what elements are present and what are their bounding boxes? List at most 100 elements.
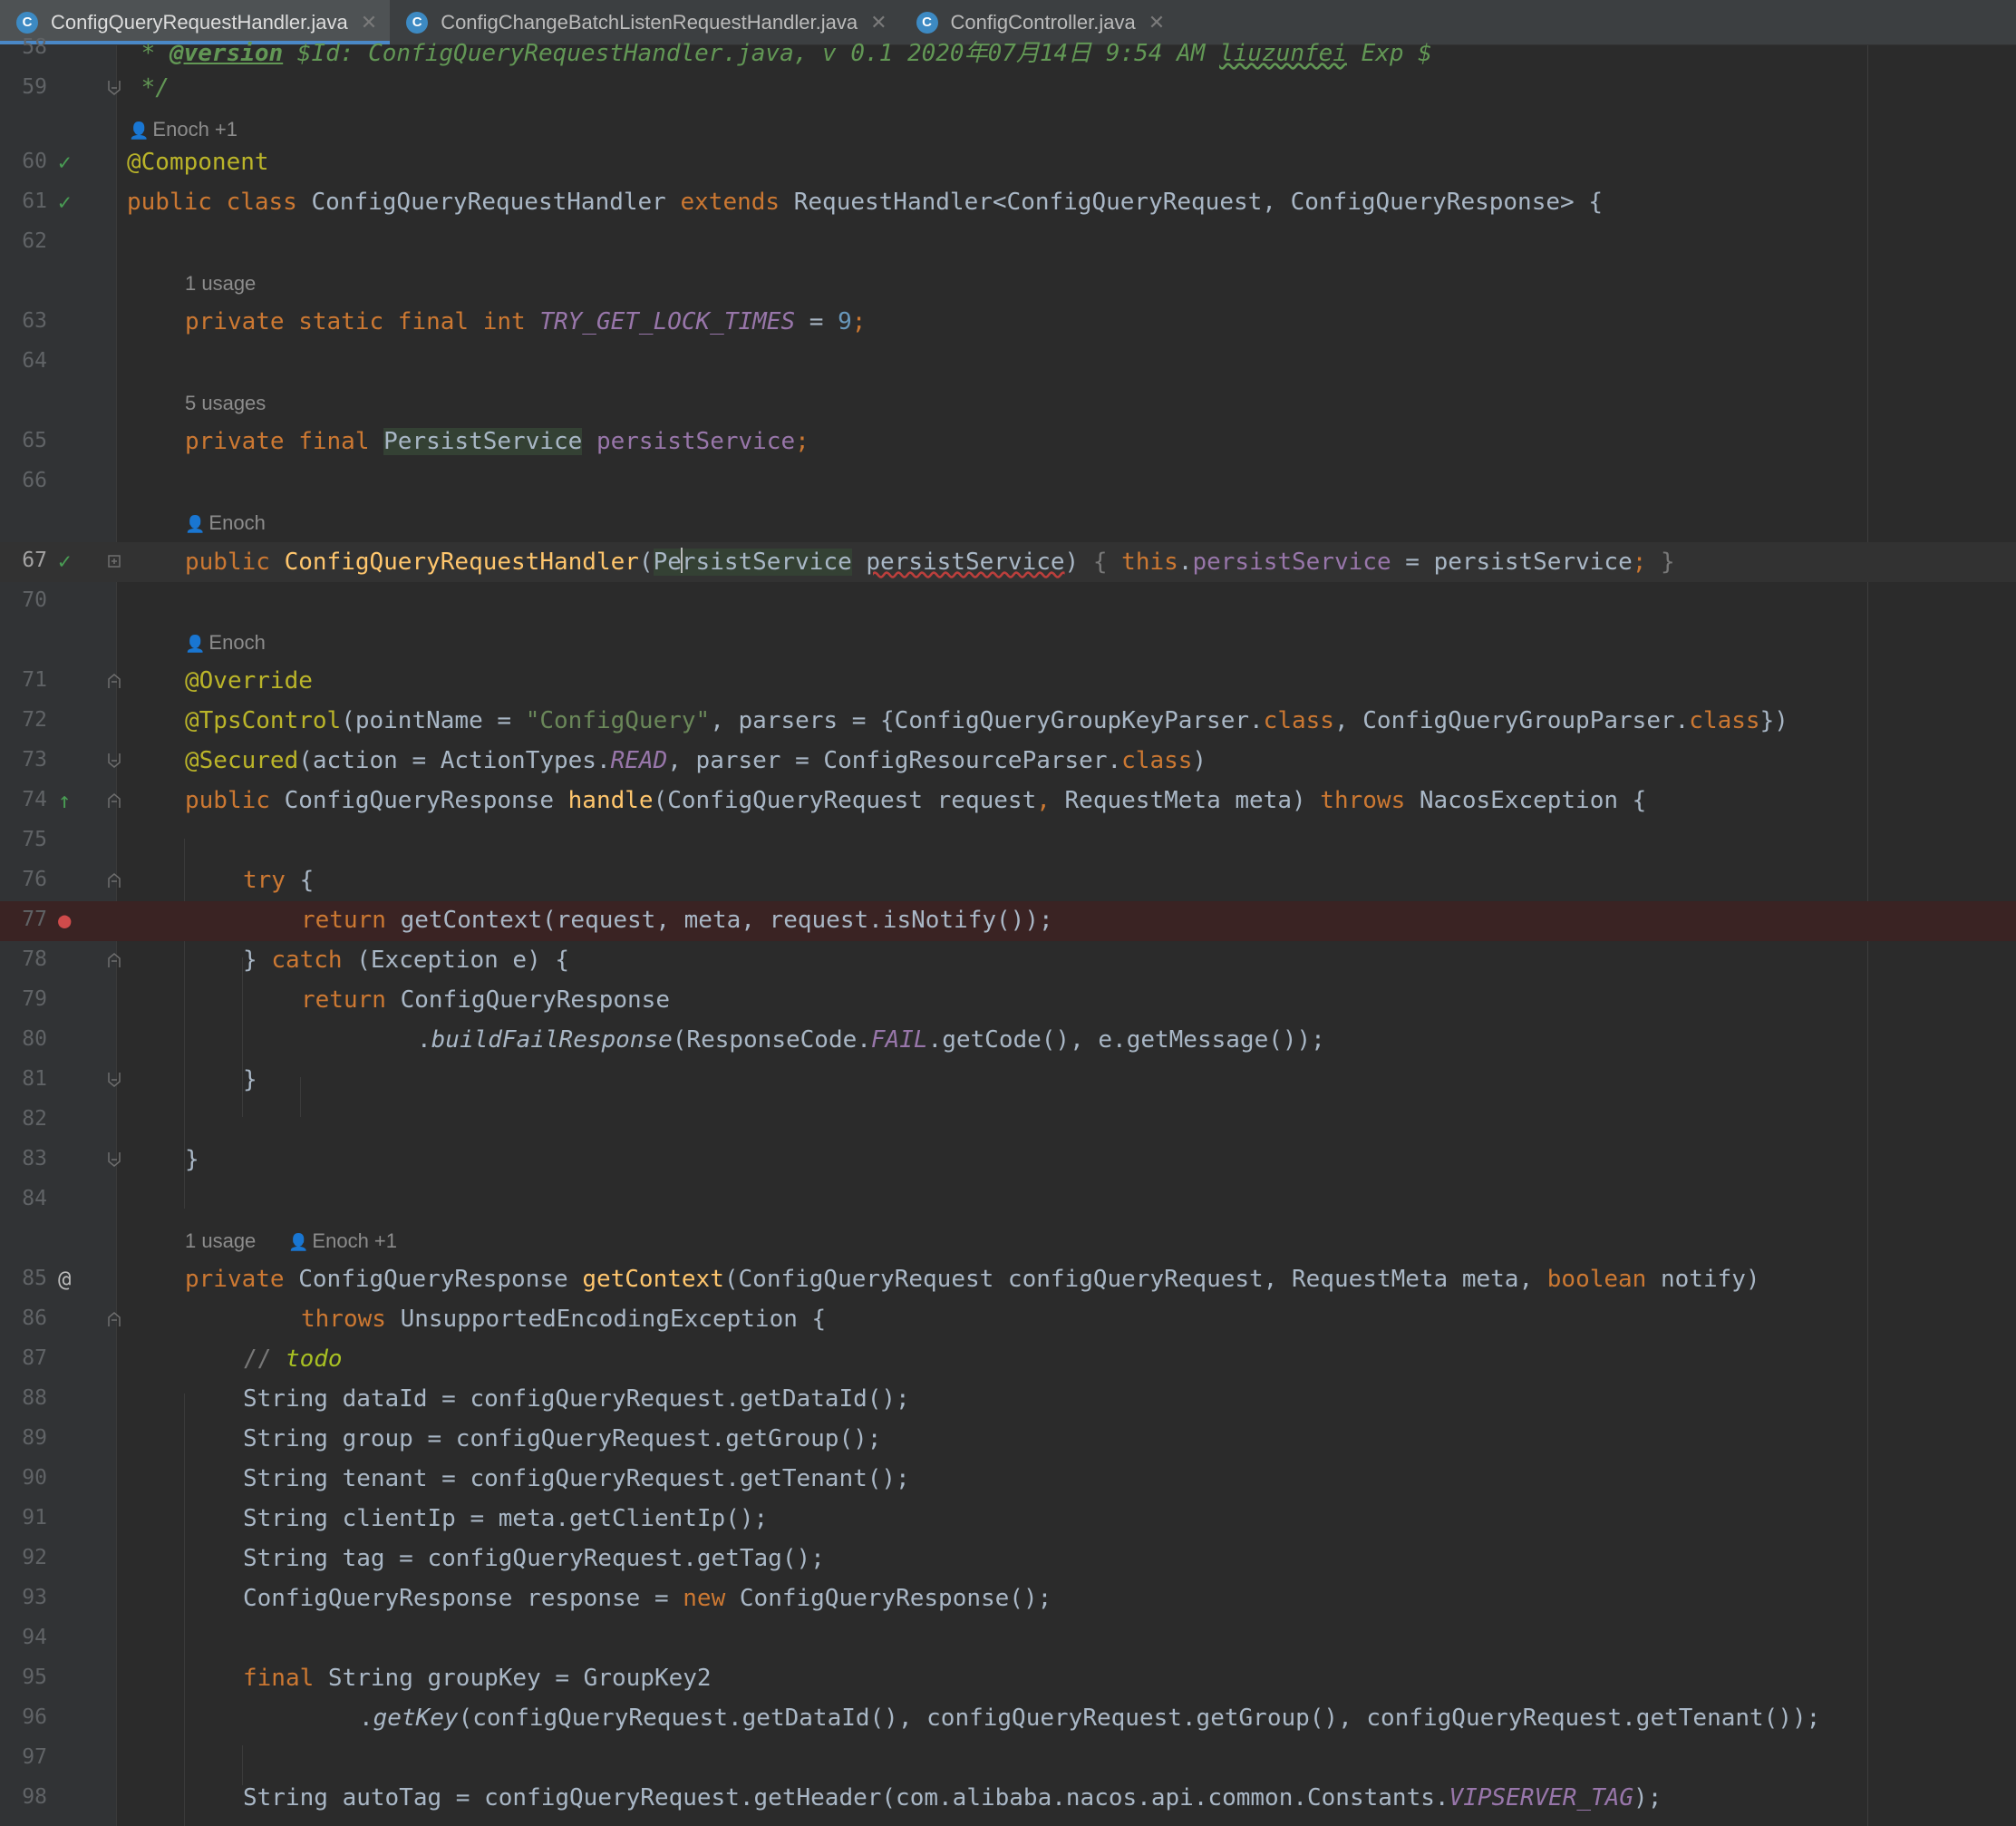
- code-line[interactable]: 75: [0, 821, 2016, 861]
- usage-hint[interactable]: 1 usage: [185, 272, 256, 296]
- implements-override-icon[interactable]: ↑: [58, 788, 71, 813]
- code-line[interactable]: 84: [0, 1180, 2016, 1220]
- fold-end-icon[interactable]: [108, 80, 121, 96]
- fold-start-icon[interactable]: [108, 792, 121, 809]
- code-line-breakpoint[interactable]: 77 ● return getContext(request, meta, re…: [0, 901, 2016, 941]
- code-text: String tenant = configQueryRequest.getTe…: [243, 1465, 910, 1492]
- code-editor[interactable]: 58 * @version $Id: ConfigQueryRequestHan…: [0, 35, 2016, 1826]
- code-text: public ConfigQueryRequestHandler(Persist…: [185, 548, 1675, 576]
- fold-end-icon[interactable]: [108, 753, 121, 769]
- line-number: 74: [22, 788, 47, 811]
- code-line[interactable]: 73 @Secured(action = ActionTypes.READ, p…: [0, 742, 2016, 782]
- code-line[interactable]: 89 String group = configQueryRequest.get…: [0, 1420, 2016, 1460]
- author-hint[interactable]: 👤 Enoch: [185, 631, 266, 655]
- line-number: 60: [22, 150, 47, 173]
- code-line[interactable]: 93 ConfigQueryResponse response = new Co…: [0, 1579, 2016, 1619]
- code-line[interactable]: 76 try {: [0, 861, 2016, 901]
- code-text: }: [185, 1146, 199, 1173]
- code-line[interactable]: 95 final String groupKey = GroupKey2: [0, 1659, 2016, 1699]
- person-icon: 👤: [129, 121, 150, 140]
- code-line[interactable]: 97: [0, 1739, 2016, 1779]
- code-text: String tag = configQueryRequest.getTag()…: [243, 1545, 825, 1572]
- code-line[interactable]: 85 @ private ConfigQueryResponse getCont…: [0, 1260, 2016, 1300]
- inlay-hint-row: 1 usage: [0, 263, 2016, 303]
- fold-start-icon[interactable]: [108, 952, 121, 968]
- code-text: @Secured(action = ActionTypes.READ, pars…: [185, 747, 1207, 774]
- spring-bean-icon[interactable]: ✓: [58, 150, 71, 175]
- code-line[interactable]: 92 String tag = configQueryRequest.getTa…: [0, 1539, 2016, 1579]
- code-line[interactable]: 60 ✓ @Component: [0, 143, 2016, 183]
- fold-end-icon[interactable]: [108, 1151, 121, 1168]
- author-hint[interactable]: 👤 Enoch +1: [288, 1229, 397, 1253]
- fold-start-icon[interactable]: [108, 872, 121, 889]
- person-icon: 👤: [185, 635, 206, 653]
- code-line[interactable]: 86 throws UnsupportedEncodingException {: [0, 1300, 2016, 1340]
- code-line[interactable]: 64: [0, 343, 2016, 383]
- inlay-hint-row: 5 usages: [0, 383, 2016, 423]
- breakpoint-icon[interactable]: ●: [58, 908, 71, 933]
- line-number: 82: [22, 1107, 47, 1131]
- line-number: 87: [22, 1346, 47, 1370]
- code-text: try {: [243, 867, 315, 894]
- code-line[interactable]: 87 // todo: [0, 1340, 2016, 1380]
- spring-injection-icon[interactable]: ✓: [58, 549, 71, 574]
- fold-end-icon[interactable]: [108, 1072, 121, 1088]
- fold-collapsed-icon[interactable]: [108, 553, 121, 569]
- author-hint[interactable]: 👤 Enoch: [185, 511, 266, 535]
- code-text: private static final int TRY_GET_LOCK_TI…: [185, 308, 867, 335]
- usage-hint[interactable]: 5 usages: [185, 392, 266, 415]
- code-text: * @version $Id: ConfigQueryRequestHandle…: [127, 40, 1432, 67]
- code-line[interactable]: 98 String autoTag = configQueryRequest.g…: [0, 1779, 2016, 1819]
- code-line[interactable]: 79 return ConfigQueryResponse: [0, 981, 2016, 1021]
- code-text: public ConfigQueryResponse handle(Config…: [185, 787, 1647, 814]
- author-hint[interactable]: 👤 Enoch +1: [129, 118, 237, 141]
- inlay-hint-row: 1 usage 👤 Enoch +1: [0, 1220, 2016, 1260]
- code-line[interactable]: 90 String tenant = configQueryRequest.ge…: [0, 1460, 2016, 1500]
- code-line[interactable]: 74 ↑ public ConfigQueryResponse handle(C…: [0, 782, 2016, 821]
- code-line[interactable]: 61 ✓ public class ConfigQueryRequestHand…: [0, 183, 2016, 223]
- line-number: 67: [22, 549, 47, 572]
- code-text: */: [127, 74, 170, 102]
- line-number: 91: [22, 1506, 47, 1530]
- code-line[interactable]: 72 @TpsControl(pointName = "ConfigQuery"…: [0, 702, 2016, 742]
- code-text: } catch (Exception e) {: [243, 947, 570, 974]
- line-number: 63: [22, 309, 47, 333]
- line-number: 58: [22, 35, 47, 59]
- code-line[interactable]: 78 } catch (Exception e) {: [0, 941, 2016, 981]
- code-line[interactable]: 65 private final PersistService persistS…: [0, 423, 2016, 462]
- line-number: 92: [22, 1546, 47, 1569]
- code-text: String autoTag = configQueryRequest.getH…: [243, 1784, 1662, 1811]
- line-number: 97: [22, 1745, 47, 1769]
- line-number: 59: [22, 75, 47, 99]
- line-number: 84: [22, 1187, 47, 1210]
- code-line[interactable]: 70: [0, 582, 2016, 622]
- code-line-current[interactable]: 67 ✓ public ConfigQueryRequestHandler(Pe…: [0, 542, 2016, 582]
- spring-bean-icon[interactable]: ✓: [58, 189, 71, 215]
- code-line[interactable]: 62: [0, 223, 2016, 263]
- code-text: String dataId = configQueryRequest.getDa…: [243, 1385, 910, 1413]
- fold-start-icon[interactable]: [108, 1311, 121, 1327]
- code-line[interactable]: 91 String clientIp = meta.getClientIp();: [0, 1500, 2016, 1539]
- line-number: 79: [22, 987, 47, 1011]
- code-line[interactable]: 94: [0, 1619, 2016, 1659]
- code-line[interactable]: 88 String dataId = configQueryRequest.ge…: [0, 1380, 2016, 1420]
- line-number: 66: [22, 469, 47, 492]
- code-line[interactable]: 83 }: [0, 1141, 2016, 1180]
- code-text: // todo: [243, 1345, 343, 1373]
- code-line[interactable]: 82: [0, 1101, 2016, 1141]
- annotation-at-icon[interactable]: @: [58, 1267, 71, 1292]
- line-number: 76: [22, 868, 47, 891]
- code-line[interactable]: 58 * @version $Id: ConfigQueryRequestHan…: [0, 29, 2016, 69]
- code-line[interactable]: 59 */: [0, 69, 2016, 109]
- line-number: 81: [22, 1067, 47, 1091]
- fold-start-icon[interactable]: [108, 673, 121, 689]
- code-line[interactable]: 80 .buildFailResponse(ResponseCode.FAIL.…: [0, 1021, 2016, 1061]
- code-line[interactable]: 63 private static final int TRY_GET_LOCK…: [0, 303, 2016, 343]
- code-line[interactable]: 71 @Override: [0, 662, 2016, 702]
- code-line[interactable]: 81 }: [0, 1061, 2016, 1101]
- code-line[interactable]: 66: [0, 462, 2016, 502]
- line-number: 64: [22, 349, 47, 373]
- usage-hint[interactable]: 1 usage: [185, 1229, 256, 1253]
- code-line[interactable]: 96 .getKey(configQueryRequest.getDataId(…: [0, 1699, 2016, 1739]
- line-number: 70: [22, 588, 47, 612]
